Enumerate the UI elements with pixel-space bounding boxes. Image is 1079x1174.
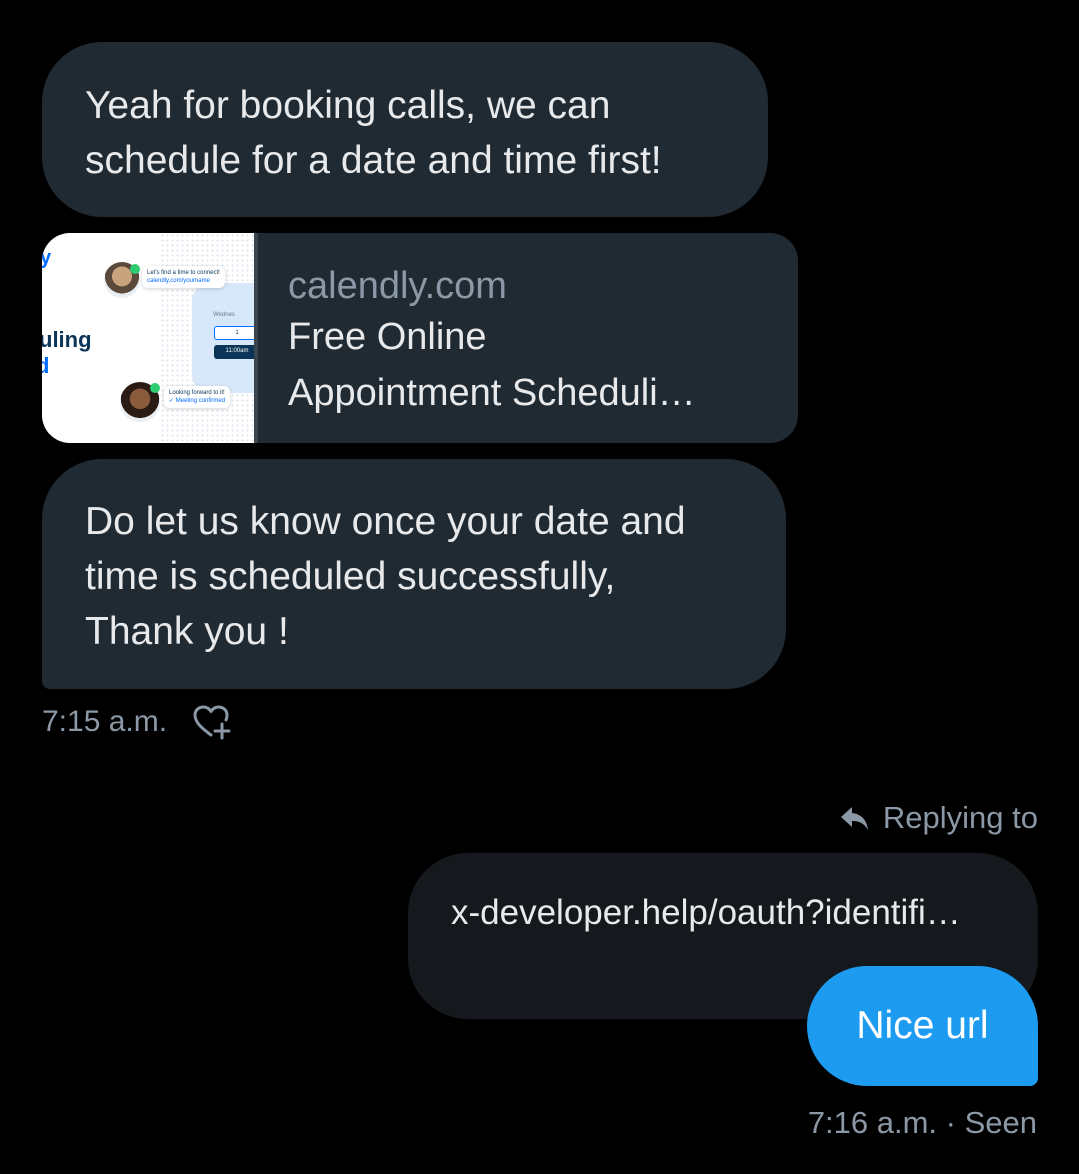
thumbnail-bubble-bottom-line1: Looking forward to it! — [169, 390, 225, 396]
replying-to-header: Replying to — [839, 796, 1038, 840]
link-preview-domain: calendly.com — [288, 265, 507, 307]
thumbnail-bubble-bottom: Looking forward to it! ✓ Meeting confirm… — [164, 386, 231, 408]
thumbnail-bubble-top: Let's find a time to connect! calendly.c… — [142, 266, 225, 288]
thumbnail-headline-fragment: uling — [42, 327, 92, 352]
incoming-message-1-text: Yeah for booking calls, we can schedule … — [85, 84, 662, 182]
thumbnail-calendar-day: Wednes — [213, 312, 235, 318]
outgoing-message-text: Nice url — [856, 1004, 989, 1047]
thumbnail-online-dot-2 — [150, 383, 160, 393]
thumbnail-bubble-bottom-line2-text: Meeting confirmed — [175, 398, 226, 404]
link-preview-thumbnail: y uling d Let's find a time to connect! … — [42, 233, 254, 443]
incoming-message-2[interactable]: Do let us know once your date and time i… — [42, 459, 786, 689]
quoted-message-text: x-developer.help/oauth?identifi… — [451, 893, 961, 932]
thumbnail-time-slot-2: 11:00am — [214, 345, 254, 359]
thumbnail-headline-fragment-2: d — [42, 353, 50, 378]
incoming-timestamp: 7:15 a.m. — [42, 705, 168, 738]
thumbnail-bubble-top-line1: Let's find a time to connect! — [147, 270, 220, 276]
incoming-message-2-text: Do let us know once your date and time i… — [85, 500, 686, 653]
outgoing-message-meta: 7:16 a.m. · Seen — [807, 1105, 1037, 1140]
thumbnail-bubble-top-line2: calendly.com/yourname — [147, 278, 210, 284]
thumbnail-logo-fragment: y — [42, 247, 52, 269]
thumbnail-online-dot — [130, 264, 140, 274]
thumbnail-bubble-bottom-line2: ✓ Meeting confirmed — [169, 398, 226, 404]
link-preview-card[interactable]: y uling d Let's find a time to connect! … — [42, 233, 798, 443]
thumbnail-time-slot-1: 1 — [214, 326, 254, 340]
outgoing-message[interactable]: Nice url — [807, 966, 1038, 1086]
incoming-message-meta: 7:15 a.m. — [42, 700, 231, 744]
link-preview-info: calendly.com Free Online Appointment Sch… — [288, 263, 768, 421]
link-preview-title: Free Online Appointment Scheduli… — [288, 316, 696, 414]
heart-plus-icon[interactable] — [191, 702, 231, 742]
replying-to-label: Replying to — [882, 800, 1038, 835]
incoming-message-1[interactable]: Yeah for booking calls, we can schedule … — [42, 42, 768, 217]
link-preview-divider — [254, 233, 258, 443]
reply-arrow-icon — [839, 802, 871, 834]
